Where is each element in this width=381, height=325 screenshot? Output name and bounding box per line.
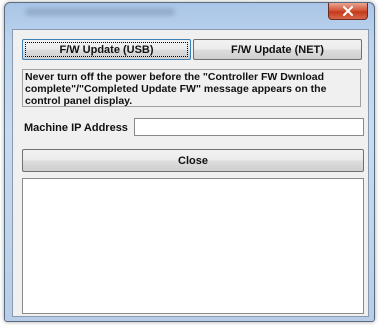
dialog-window: F/W Update (USB) F/W Update (NET) Never …: [4, 2, 375, 322]
close-button[interactable]: Close: [22, 149, 364, 172]
machine-ip-label: Machine IP Address: [24, 122, 128, 134]
fw-update-usb-button[interactable]: F/W Update (USB): [22, 39, 191, 60]
window-close-button[interactable]: [328, 3, 368, 20]
fw-update-net-button[interactable]: F/W Update (NET): [193, 39, 362, 60]
close-icon: [343, 6, 353, 16]
status-log-area[interactable]: [22, 178, 364, 314]
title-bar[interactable]: [5, 3, 374, 23]
machine-ip-input[interactable]: [134, 118, 364, 136]
power-warning-text: Never turn off the power before the "Con…: [22, 69, 361, 107]
dialog-client-area: F/W Update (USB) F/W Update (NET) Never …: [12, 29, 369, 317]
window-title-blurred: [25, 8, 175, 16]
